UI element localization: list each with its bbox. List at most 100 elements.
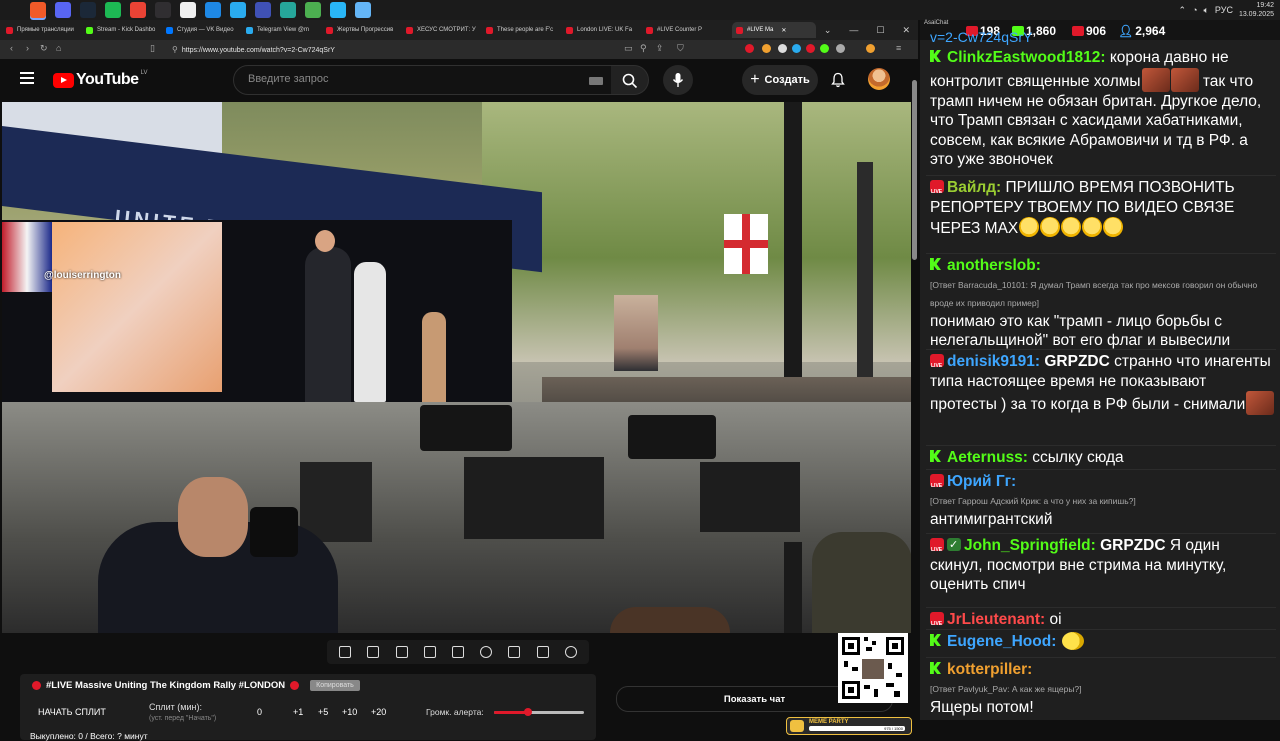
clock[interactable]: 19:42 13.09.2025 — [1239, 1, 1274, 19]
chat-username[interactable]: kotterpiller: — [947, 661, 1032, 678]
browser-tab[interactable]: London LIVE: UK Fa — [566, 22, 640, 38]
tab-close-icon[interactable]: ✕ — [781, 27, 786, 34]
language-indicator[interactable]: РУС — [1215, 5, 1233, 15]
browser-tab[interactable]: #LIVE Ma ✕ — [732, 22, 816, 38]
broadcast-icon[interactable] — [367, 646, 380, 658]
brave-shield-icon[interactable]: ⛉ — [677, 43, 684, 54]
forward-icon[interactable]: › — [26, 43, 29, 53]
wifi-icon[interactable]: ◔ — [1192, 5, 1197, 15]
alert-volume-knob[interactable] — [524, 708, 533, 716]
volume-icon[interactable]: 🔈︎ — [1204, 5, 1209, 16]
copy-button[interactable]: Копировать — [310, 680, 360, 691]
chat-username[interactable]: Aeternuss: — [947, 449, 1028, 466]
browser-tab[interactable]: These people are F'c — [486, 22, 560, 38]
discord-icon[interactable] — [55, 2, 71, 18]
telegram3-icon[interactable] — [355, 2, 371, 18]
minimize-icon[interactable]: — — [849, 25, 858, 35]
telegram-icon[interactable] — [230, 2, 246, 18]
steam-icon[interactable] — [80, 2, 96, 18]
add-10-button[interactable]: +10 — [342, 707, 357, 717]
chat-username[interactable]: Вайлд: — [947, 179, 1001, 196]
share-icon[interactable]: ⇪ — [656, 43, 664, 54]
chat-username[interactable]: denisik9191: — [947, 353, 1040, 370]
add-20-button[interactable]: +20 — [371, 707, 386, 717]
search-icon — [622, 73, 638, 89]
back-icon[interactable]: ‹ — [10, 43, 13, 53]
speed-icon[interactable] — [480, 646, 493, 658]
hamburger-menu-icon[interactable] — [20, 72, 34, 84]
browser-tab[interactable]: Жертвы Прогрессив — [326, 22, 400, 38]
voice-search-button[interactable] — [663, 65, 693, 95]
chat-mention[interactable]: GRPZDC — [1044, 353, 1114, 370]
chat-username[interactable]: Eugene_Hood: — [947, 633, 1056, 650]
profile-icon[interactable] — [866, 44, 875, 53]
alert-volume-slider[interactable] — [494, 708, 584, 716]
extension-tool-icon[interactable] — [778, 44, 787, 53]
video-player[interactable]: UNITE THE KINGDOM @louiserrington — [2, 102, 911, 633]
live-dot-icon — [32, 681, 41, 690]
maximize-icon[interactable]: ☐ — [876, 25, 884, 36]
brave-icon[interactable] — [30, 2, 46, 18]
start-split-button[interactable]: НАЧАТЬ СПЛИТ — [38, 707, 106, 717]
create-button[interactable]: + Создать — [742, 65, 818, 95]
extension-orange-icon[interactable] — [762, 44, 771, 53]
chat-mention[interactable]: GRPZDC — [1100, 537, 1170, 554]
frame-icon[interactable] — [451, 646, 464, 658]
browser-tab[interactable]: Студия — VK Видео — [166, 22, 240, 38]
split-minutes-value[interactable]: 0 — [257, 707, 262, 717]
browser-tab[interactable]: #LIVE Counter P — [646, 22, 720, 38]
url-field[interactable]: ⚲ https://www.youtube.com/watch?v=2-Cw724… — [172, 43, 692, 56]
add-5-button[interactable]: +5 — [318, 707, 328, 717]
browser-tab[interactable]: Stream - Kick Dashbo — [86, 22, 160, 38]
zoom-icon[interactable]: ⚲ — [640, 43, 647, 54]
chat-username[interactable]: anotherslob: — [947, 257, 1041, 274]
theater-icon[interactable] — [423, 646, 436, 658]
youtube-logo[interactable]: YouTube LV — [53, 70, 147, 89]
search-input[interactable] — [246, 72, 570, 86]
extension-blue-icon[interactable] — [792, 44, 801, 53]
windows-taskbar: ⌃ ◔ 🔈︎ РУС 19:42 13.09.2025 — [0, 0, 1280, 20]
front-speaker-stack-3 — [300, 462, 372, 542]
screenshot-icon[interactable] — [536, 646, 549, 658]
search-button[interactable] — [611, 65, 649, 95]
extension-green-icon[interactable] — [820, 44, 829, 53]
chat-username[interactable]: ClinkzEastwood1812: — [947, 49, 1106, 66]
chevron-up-icon[interactable]: ⌃ — [1179, 5, 1187, 16]
green-app-icon[interactable] — [280, 2, 296, 18]
notifications-bell-icon[interactable] — [830, 72, 846, 88]
chat-username[interactable]: John_Springfield: — [964, 537, 1096, 554]
browser-menu-icon[interactable]: ≡ — [896, 43, 901, 53]
spotify-icon[interactable] — [105, 2, 121, 18]
page-scrollbar[interactable] — [912, 80, 917, 260]
add-clip-icon[interactable] — [508, 646, 521, 658]
chrome-icon[interactable] — [130, 2, 146, 18]
site-info-icon[interactable]: ⚲ — [172, 45, 178, 54]
browser-tab[interactable]: Прямые трансляции — [6, 22, 80, 38]
close-icon[interactable]: ✕ — [902, 25, 910, 36]
system-tray: ⌃ ◔ 🔈︎ РУС 19:42 13.09.2025 — [1179, 0, 1274, 20]
extensions-menu-icon[interactable] — [836, 44, 845, 53]
media-icon[interactable] — [255, 2, 271, 18]
extension-youtube-icon[interactable] — [745, 44, 754, 53]
pip-icon[interactable] — [395, 646, 408, 658]
chat-username[interactable]: JrLieutenant: — [947, 611, 1045, 628]
bookmark-icon[interactable]: ▯ — [150, 43, 155, 54]
home-icon[interactable]: ⌂ — [56, 43, 61, 53]
chat-username[interactable]: Юрий Гг: — [947, 473, 1016, 490]
cast-icon[interactable]: ▭ — [624, 43, 633, 54]
capcut-icon[interactable] — [180, 2, 196, 18]
notes-icon[interactable] — [305, 2, 321, 18]
tab-search-icon[interactable]: ⌄ — [824, 25, 832, 36]
keyboard-icon[interactable] — [589, 77, 603, 85]
loop-icon[interactable] — [339, 646, 352, 658]
avatar[interactable] — [868, 68, 890, 90]
browser-tab[interactable]: ХЕСУС СМОТРИТ: У — [406, 22, 480, 38]
browser2-icon[interactable] — [205, 2, 221, 18]
add-1-button[interactable]: +1 — [293, 707, 303, 717]
browser-tab[interactable]: Telegram View @m — [246, 22, 320, 38]
telegram2-icon[interactable] — [330, 2, 346, 18]
extension-red-icon[interactable] — [806, 44, 815, 53]
settings-icon[interactable] — [564, 646, 577, 658]
obs-icon[interactable] — [155, 2, 171, 18]
reload-icon[interactable]: ↻ — [40, 43, 48, 54]
